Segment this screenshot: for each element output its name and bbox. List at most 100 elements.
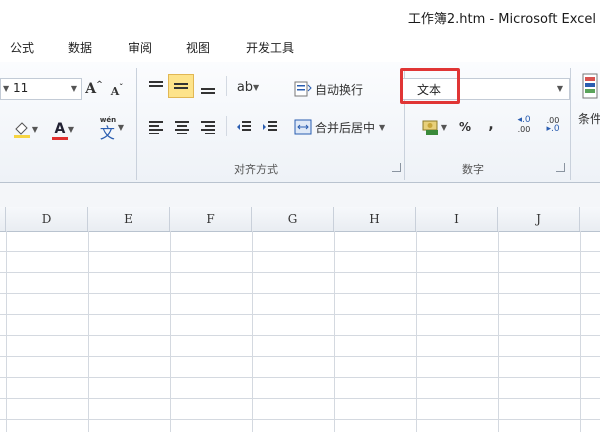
orientation-button[interactable]: ab ▼ <box>232 76 264 98</box>
conditional-format-button[interactable] <box>580 72 600 102</box>
font-color-bar <box>51 137 68 140</box>
column-header-k[interactable] <box>580 207 600 231</box>
column-headers: D E F G H I J <box>0 207 600 232</box>
decrease-decimal-button[interactable]: .00 ▸.0 <box>540 114 566 136</box>
decrease-indent-button[interactable] <box>232 116 256 138</box>
align-right-icon <box>201 121 215 134</box>
alignment-group-label: 对齐方式 <box>234 163 278 176</box>
cell-grid[interactable] <box>0 231 600 432</box>
tab-review[interactable]: 审阅 <box>128 39 152 56</box>
column-header-h[interactable]: H <box>334 207 416 231</box>
column-line <box>498 231 499 432</box>
increase-decimal-label: .00 <box>517 125 531 134</box>
chevron-down-icon: ▼ <box>67 124 75 134</box>
column-header-d[interactable]: D <box>6 207 88 231</box>
formula-bar[interactable] <box>0 183 600 208</box>
dialog-launcher-icon[interactable] <box>556 163 565 172</box>
caret-down-small-icon: ˇ <box>119 82 124 92</box>
align-right-button[interactable] <box>196 116 220 138</box>
wrap-text-icon <box>294 81 312 97</box>
align-left-icon <box>149 121 163 134</box>
column-header-j[interactable]: J <box>498 207 580 231</box>
conditional-format-icon <box>582 73 598 99</box>
column-line <box>252 231 253 432</box>
accounting-format-button[interactable]: ▼ <box>416 116 452 138</box>
column-line <box>580 231 581 432</box>
group-divider <box>136 68 137 180</box>
font-size-value: 11 <box>13 81 29 95</box>
percent-style-button[interactable]: % <box>454 116 476 138</box>
grow-font-button[interactable]: A ^ <box>84 78 104 100</box>
column-header-i[interactable]: I <box>416 207 498 231</box>
row-line <box>0 398 600 399</box>
align-bottom-icon <box>201 88 215 94</box>
phonetic-icon: wén 文 <box>99 116 117 142</box>
column-header-e[interactable]: E <box>88 207 170 231</box>
increase-decimal-button[interactable]: ◂.0 .00 <box>510 114 538 136</box>
number-group-label: 数字 <box>462 163 484 176</box>
row-line <box>0 272 600 273</box>
conditional-format-label: 条件 <box>578 112 600 126</box>
dialog-launcher-icon[interactable] <box>392 163 401 172</box>
row-line <box>0 356 600 357</box>
ribbon-tabs: 公式 数据 审阅 视图 开发工具 <box>0 32 600 63</box>
grow-font-label: A <box>85 81 97 97</box>
font-name-dropdown-arrow-icon[interactable]: ▼ <box>3 84 9 93</box>
increase-indent-button[interactable] <box>258 116 282 138</box>
shrink-font-button[interactable]: Aˇ <box>108 80 126 102</box>
tab-data[interactable]: 数据 <box>68 39 92 56</box>
title-bar: 工作簿2.htm - Microsoft Excel <box>0 0 600 32</box>
comma-style-button[interactable]: , <box>480 114 502 136</box>
row-line <box>0 251 600 252</box>
caret-up-icon: ^ <box>96 79 103 89</box>
percent-label: % <box>458 120 472 134</box>
align-top-icon <box>149 81 163 87</box>
align-top-button[interactable] <box>144 76 168 98</box>
fill-bucket-icon <box>13 122 30 138</box>
column-header-g[interactable]: G <box>252 207 334 231</box>
column-line <box>334 231 335 432</box>
column-line <box>6 231 7 432</box>
wrap-text-button[interactable]: 自动换行 <box>294 78 376 100</box>
tab-formulas[interactable]: 公式 <box>10 39 34 56</box>
chevron-down-icon: ▼ <box>117 122 125 132</box>
window-title: 工作簿2.htm - Microsoft Excel <box>407 12 596 27</box>
chevron-down-icon: ▼ <box>440 122 448 132</box>
align-bottom-button[interactable] <box>196 76 220 98</box>
row-line <box>0 335 600 336</box>
arrow-right-icon: ▸.0 <box>546 124 560 134</box>
shrink-font-label: A <box>110 84 120 98</box>
decrease-indent-icon <box>237 121 251 131</box>
font-size-select[interactable]: ▼ 11 ▼ <box>0 78 82 100</box>
column-header-f[interactable]: F <box>170 207 252 231</box>
chevron-down-icon: ▼ <box>379 122 386 132</box>
column-line <box>88 231 89 432</box>
currency-icon <box>422 120 438 135</box>
chevron-down-icon[interactable]: ▼ <box>71 84 77 93</box>
increase-indent-icon <box>263 121 277 131</box>
tab-view[interactable]: 视图 <box>186 39 210 56</box>
align-left-button[interactable] <box>144 116 168 138</box>
font-color-label: A <box>54 121 66 137</box>
fill-color-button[interactable]: ▼ <box>6 118 44 140</box>
group-divider <box>570 68 571 180</box>
column-line <box>170 231 171 432</box>
row-line <box>0 419 600 420</box>
chevron-down-icon: ▼ <box>253 82 260 92</box>
merge-cells-icon <box>294 119 312 135</box>
align-middle-button[interactable] <box>168 74 194 98</box>
wrap-text-label: 自动换行 <box>315 82 364 97</box>
chevron-down-icon: ▼ <box>31 124 39 134</box>
row-line <box>0 377 600 378</box>
align-middle-icon <box>174 83 188 89</box>
merge-center-label: 合并后居中 <box>315 120 376 135</box>
arrow-left-icon: ◂.0 <box>517 115 531 125</box>
chevron-down-icon[interactable]: ▼ <box>557 84 563 93</box>
phonetic-guide-button[interactable]: wén 文 ▼ <box>94 116 128 142</box>
tab-developer[interactable]: 开发工具 <box>246 39 294 56</box>
row-line <box>0 314 600 315</box>
merge-center-button[interactable]: 合并后居中 ▼ <box>294 116 398 138</box>
align-center-button[interactable] <box>170 116 194 138</box>
ribbon: ▼ 11 ▼ A ^ Aˇ ▼ A ▼ wén 文 ▼ ab ▼ 自动换行 合并… <box>0 62 600 183</box>
font-color-button[interactable]: A ▼ <box>46 118 80 140</box>
